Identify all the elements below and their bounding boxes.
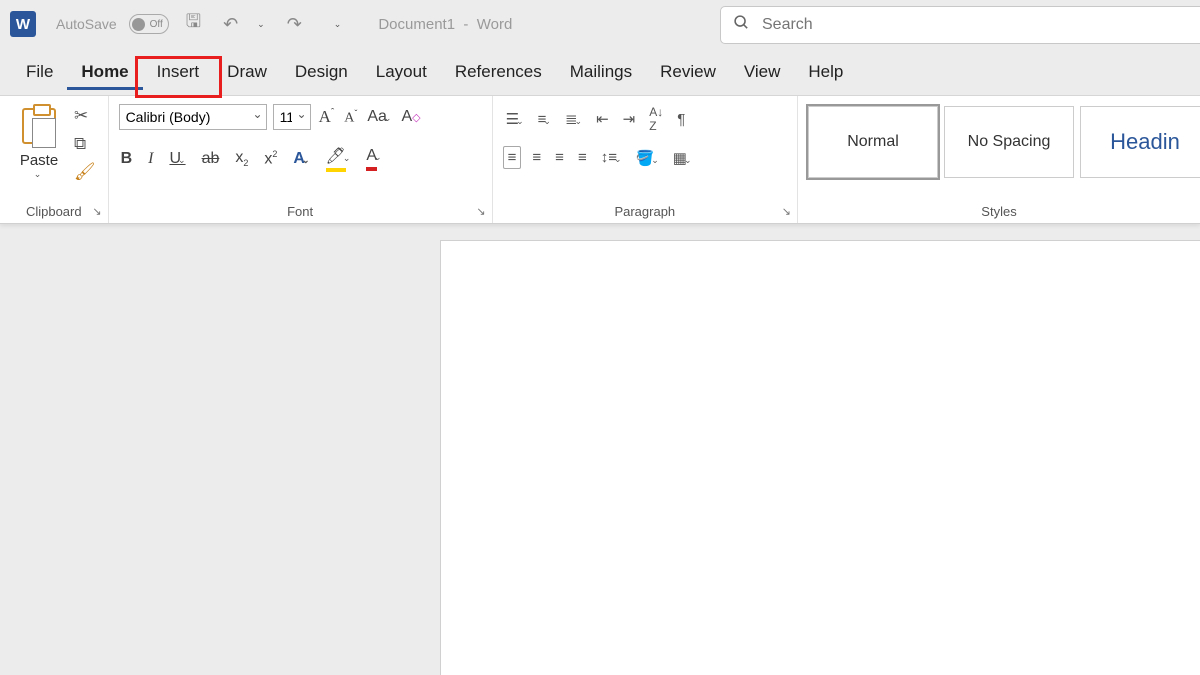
- clear-formatting-icon[interactable]: A◇: [399, 108, 422, 126]
- font-group-label: Font: [119, 202, 482, 219]
- customize-qat-icon[interactable]: ⌄: [329, 19, 347, 30]
- paragraph-dialog-launcher-icon[interactable]: ↘: [782, 205, 791, 218]
- show-hide-paragraph-button[interactable]: ¶: [674, 110, 688, 129]
- tab-layout[interactable]: Layout: [362, 54, 441, 90]
- shrink-font-icon[interactable]: Aˇ: [342, 108, 359, 127]
- borders-button[interactable]: ▦⌄: [670, 148, 695, 168]
- search-box[interactable]: [720, 6, 1200, 44]
- clipboard-dialog-launcher-icon[interactable]: ↘: [92, 205, 101, 218]
- align-right-button[interactable]: ≡: [552, 148, 567, 167]
- search-icon: [733, 14, 750, 36]
- highlight-color-button[interactable]: 🖊⌄: [324, 146, 353, 172]
- change-case-button[interactable]: Aa⌄: [365, 108, 393, 126]
- sort-button[interactable]: A↓Z: [646, 104, 666, 134]
- clipboard-group-label: Clipboard: [10, 202, 98, 219]
- paste-more-icon[interactable]: ⌄: [34, 169, 42, 180]
- document-page[interactable]: [440, 240, 1200, 675]
- redo-icon[interactable]: ↷: [282, 14, 307, 35]
- toggle-knob: [132, 18, 145, 31]
- save-icon[interactable]: 🖫: [181, 9, 206, 39]
- app-icon: W: [10, 11, 36, 37]
- font-dialog-launcher-icon[interactable]: ↘: [476, 205, 485, 218]
- font-name-select[interactable]: [119, 104, 267, 130]
- style-normal[interactable]: Normal: [808, 106, 938, 178]
- cut-icon[interactable]: ✂: [74, 106, 96, 126]
- bold-button[interactable]: B: [119, 150, 135, 168]
- line-spacing-button[interactable]: ↕≡⌄: [598, 148, 625, 167]
- styles-group-label: Styles: [808, 202, 1190, 219]
- multilevel-list-button[interactable]: ≣⌄: [562, 109, 585, 129]
- tab-home[interactable]: Home: [67, 54, 142, 90]
- autosave-label: AutoSave: [56, 16, 117, 32]
- autosave-state: Off: [150, 19, 163, 30]
- superscript-button[interactable]: x2: [262, 149, 279, 168]
- copy-icon[interactable]: ⧉: [74, 134, 96, 154]
- align-center-button[interactable]: ≡: [529, 148, 544, 167]
- paste-button[interactable]: Paste: [20, 152, 58, 169]
- tab-file[interactable]: File: [12, 54, 67, 90]
- paragraph-group-label: Paragraph: [503, 202, 787, 219]
- tab-review[interactable]: Review: [646, 54, 730, 90]
- increase-indent-button[interactable]: ⇥: [620, 109, 639, 129]
- grow-font-icon[interactable]: Aˆ: [317, 107, 337, 127]
- bullets-button[interactable]: ☰⌄: [503, 109, 527, 129]
- tab-view[interactable]: View: [730, 54, 795, 90]
- tab-mailings[interactable]: Mailings: [556, 54, 646, 90]
- strikethrough-button[interactable]: ab: [200, 150, 222, 168]
- search-input[interactable]: [762, 16, 1197, 34]
- style-heading1[interactable]: Headin: [1080, 106, 1200, 178]
- decrease-indent-button[interactable]: ⇤: [593, 109, 612, 129]
- autosave-toggle[interactable]: Off: [129, 14, 169, 34]
- italic-button[interactable]: I: [146, 150, 155, 168]
- ribbon: Paste ⌄ ✂ ⧉ 🖌 Clipboard ↘ Aˆ Aˇ Aa⌄ A◇: [0, 96, 1200, 224]
- tab-draw[interactable]: Draw: [213, 54, 281, 90]
- font-size-select[interactable]: [273, 104, 311, 130]
- style-no-spacing[interactable]: No Spacing: [944, 106, 1074, 178]
- justify-button[interactable]: ≡: [575, 148, 590, 167]
- undo-more-icon[interactable]: ⌄: [252, 19, 270, 30]
- text-effects-button[interactable]: A⌄: [291, 150, 311, 168]
- numbering-button[interactable]: ≡⌄: [535, 110, 554, 129]
- underline-button[interactable]: U⌄: [167, 150, 187, 168]
- format-painter-icon[interactable]: 🖌: [74, 162, 96, 182]
- document-title: Document1 - Word: [378, 16, 512, 33]
- font-color-button[interactable]: A⌄: [364, 147, 383, 171]
- undo-icon[interactable]: ↶: [218, 14, 243, 35]
- align-left-button[interactable]: ≡: [503, 146, 522, 169]
- subscript-button[interactable]: x2: [233, 149, 250, 168]
- shading-button[interactable]: 🪣⌄: [633, 148, 662, 168]
- tab-design[interactable]: Design: [281, 54, 362, 90]
- ribbon-tabs: File Home Insert Draw Design Layout Refe…: [0, 48, 1200, 96]
- tab-references[interactable]: References: [441, 54, 556, 90]
- paste-icon[interactable]: [22, 108, 56, 144]
- tab-insert[interactable]: Insert: [143, 54, 214, 90]
- tab-help[interactable]: Help: [794, 54, 857, 90]
